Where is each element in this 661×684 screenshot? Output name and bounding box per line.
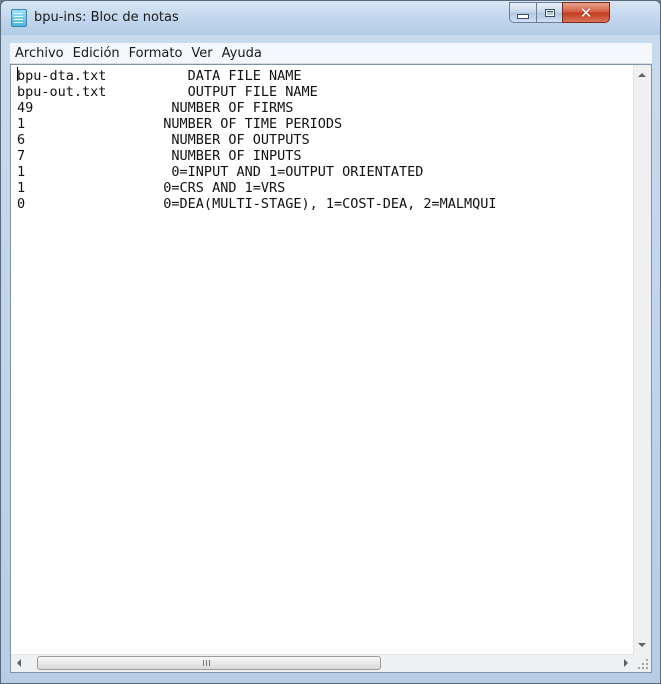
scroll-up-icon[interactable] bbox=[638, 73, 646, 77]
text-line: 0 0=DEA(MULTI-STAGE), 1=COST-DEA, 2=MALM… bbox=[17, 196, 497, 212]
grip-icon bbox=[203, 660, 204, 666]
text-line: bpu-out.txt OUTPUT FILE NAME bbox=[17, 84, 318, 100]
menu-formato[interactable]: Formato bbox=[125, 46, 187, 61]
notepad-window: bpu-ins: Bloc de notas ✕ Archivo Edición… bbox=[0, 0, 661, 684]
scroll-right-icon[interactable] bbox=[624, 659, 628, 667]
menu-edicion[interactable]: Edición bbox=[69, 46, 124, 61]
text-content-area[interactable]: bpu-dta.txt DATA FILE NAME bpu-out.txt O… bbox=[11, 65, 634, 655]
text-line: 6 NUMBER OF OUTPUTS bbox=[17, 132, 310, 148]
text-line: 7 NUMBER OF INPUTS bbox=[17, 148, 302, 164]
text-line: 1 0=CRS AND 1=VRS bbox=[17, 180, 286, 196]
menu-bar: Archivo Edición Formato Ver Ayuda bbox=[10, 43, 652, 64]
scroll-down-icon[interactable] bbox=[638, 643, 646, 647]
notepad-icon[interactable] bbox=[11, 9, 27, 27]
scroll-left-icon[interactable] bbox=[17, 659, 21, 667]
resize-grip-icon[interactable] bbox=[634, 655, 651, 672]
maximize-icon bbox=[544, 8, 555, 17]
menu-ver[interactable]: Ver bbox=[187, 46, 216, 61]
close-icon: ✕ bbox=[579, 3, 593, 22]
text-editor[interactable]: bpu-dta.txt DATA FILE NAME bpu-out.txt O… bbox=[10, 64, 652, 673]
menu-ayuda[interactable]: Ayuda bbox=[218, 46, 266, 61]
maximize-button[interactable] bbox=[536, 2, 563, 23]
text-line: 49 NUMBER OF FIRMS bbox=[17, 100, 294, 116]
vertical-scrollbar[interactable] bbox=[633, 65, 651, 655]
close-button[interactable]: ✕ bbox=[562, 2, 610, 23]
menu-archivo[interactable]: Archivo bbox=[11, 46, 68, 61]
text-line: 1 0=INPUT AND 1=OUTPUT ORIENTATED bbox=[17, 164, 424, 180]
horizontal-scroll-thumb[interactable] bbox=[37, 656, 381, 670]
minimize-icon bbox=[517, 14, 529, 19]
text-line: bpu-dta.txt DATA FILE NAME bbox=[17, 68, 302, 84]
text-line: 1 NUMBER OF TIME PERIODS bbox=[17, 116, 343, 132]
horizontal-scrollbar[interactable] bbox=[11, 654, 634, 672]
title-bar[interactable]: bpu-ins: Bloc de notas ✕ bbox=[1, 1, 660, 35]
window-title: bpu-ins: Bloc de notas bbox=[34, 10, 179, 25]
minimize-button[interactable] bbox=[509, 2, 537, 23]
